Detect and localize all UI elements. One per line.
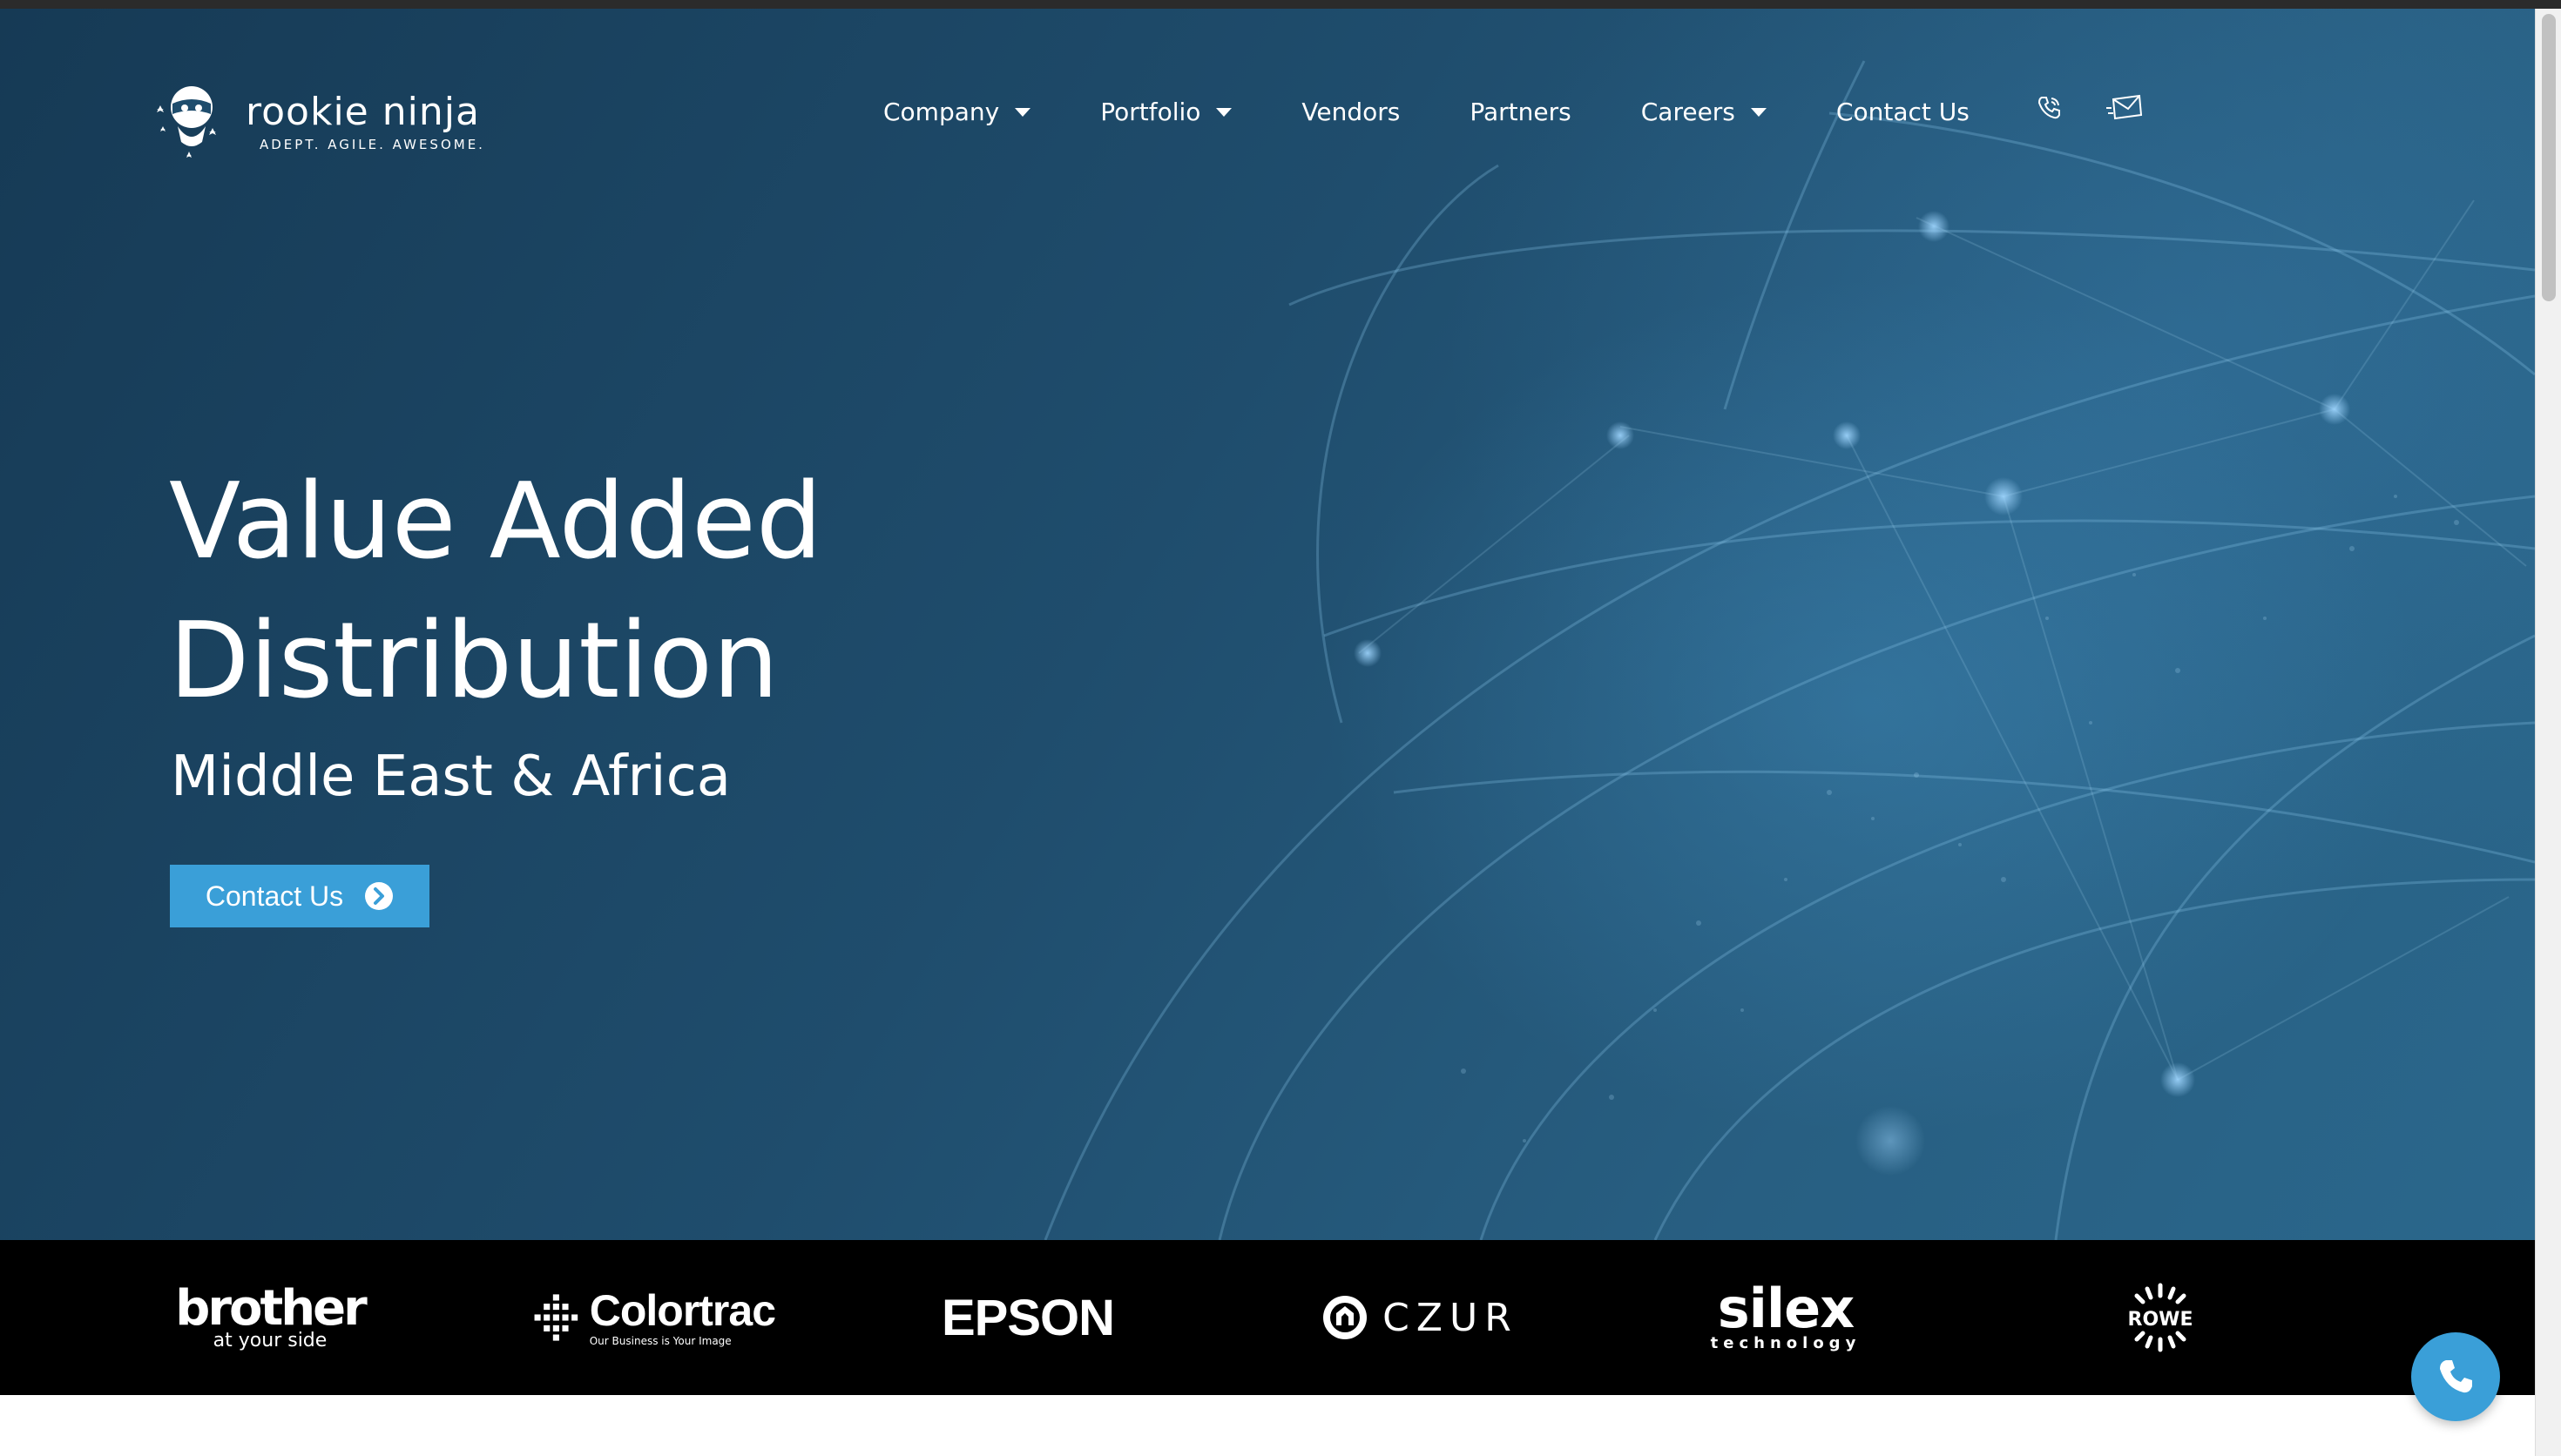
rowe-logo-mark: ROWE	[2128, 1283, 2193, 1352]
colortrac-tagline: Our Business is Your Image	[589, 1335, 732, 1347]
nav-item-vendors[interactable]: Vendors	[1301, 98, 1400, 126]
vendor-logo-epson[interactable]: EPSON	[923, 1240, 1132, 1395]
vendor-logo-colortrac[interactable]: Colortrac Our Business is Your Image	[531, 1240, 776, 1395]
phone-icon	[2440, 1360, 2472, 1393]
vendor-logo-czur[interactable]: CZUR	[1307, 1240, 1533, 1395]
czur-wordmark: CZUR	[1382, 1295, 1518, 1340]
caret-down-icon	[1750, 108, 1767, 117]
phone-icon[interactable]	[2030, 91, 2068, 125]
logo-tagline: ADEPT. AGILE. AWESOME.	[260, 137, 485, 152]
email-icon[interactable]	[2105, 91, 2143, 125]
nav-label-careers: Careers	[1640, 97, 1735, 126]
site-logo[interactable]: rookie ninja ADEPT. AGILE. AWESOME.	[152, 73, 485, 169]
nav-item-partners[interactable]: Partners	[1470, 98, 1571, 126]
floating-call-button[interactable]	[2411, 1332, 2500, 1421]
hero-title: Value Added Distribution	[169, 453, 1214, 731]
page-content-start	[0, 1395, 2535, 1456]
brother-wordmark: brother	[175, 1279, 367, 1337]
caret-down-icon	[1216, 108, 1233, 117]
hero-contact-button[interactable]: Contact Us	[170, 865, 429, 927]
hero-contact-label: Contact Us	[205, 880, 344, 912]
silex-tagline: technology	[1710, 1333, 1862, 1352]
nav-label-portfolio: Portfolio	[1100, 97, 1201, 126]
czur-emblem-icon	[1323, 1296, 1368, 1339]
colortrac-wordmark: Colortrac	[589, 1286, 776, 1335]
hero-subtitle: Middle East & Africa	[171, 745, 731, 809]
hero-title-line1: Value Added	[169, 462, 822, 583]
page-scrollbar[interactable]	[2535, 9, 2561, 1456]
nav-label-contact-us: Contact Us	[1835, 97, 1970, 126]
hero-section: rookie ninja ADEPT. AGILE. AWESOME. Comp…	[0, 9, 2535, 1240]
colortrac-dots-icon	[534, 1294, 578, 1341]
nav-label-vendors: Vendors	[1301, 97, 1401, 126]
nav-item-company[interactable]: Company	[883, 97, 1031, 126]
caret-down-icon	[1015, 108, 1031, 117]
rowe-wordmark: ROWE	[2128, 1309, 2193, 1331]
vendor-logo-rowe[interactable]: ROWE	[2091, 1240, 2230, 1395]
nav-item-contact-us[interactable]: Contact Us	[1836, 98, 1970, 126]
scrollbar-thumb[interactable]	[2542, 14, 2556, 301]
main-navigation: Company Portfolio Vendors Partners Caree…	[883, 89, 1970, 134]
nav-item-careers[interactable]: Careers	[1641, 98, 1767, 126]
nav-item-portfolio[interactable]: Portfolio	[1100, 97, 1233, 126]
silex-wordmark: silex	[1717, 1276, 1855, 1340]
vendor-logo-strip: brother at your side Colortrac Our Busin…	[0, 1240, 2535, 1395]
header-contact-icons	[2030, 91, 2143, 125]
vendor-logo-brother[interactable]: brother at your side	[166, 1240, 375, 1395]
hero-title-line2: Distribution	[169, 601, 780, 722]
nav-label-company: Company	[883, 97, 1000, 126]
vendor-logo-silex[interactable]: silex technology	[1699, 1240, 1873, 1395]
nav-label-partners: Partners	[1470, 97, 1571, 126]
logo-wordmark: rookie ninja	[246, 90, 480, 134]
ninja-mascot-icon	[157, 86, 216, 158]
epson-wordmark: EPSON	[941, 1289, 1115, 1346]
brother-tagline: at your side	[213, 1329, 328, 1352]
window-top-edge	[0, 0, 2561, 9]
chevron-circle-right-icon	[365, 882, 394, 910]
